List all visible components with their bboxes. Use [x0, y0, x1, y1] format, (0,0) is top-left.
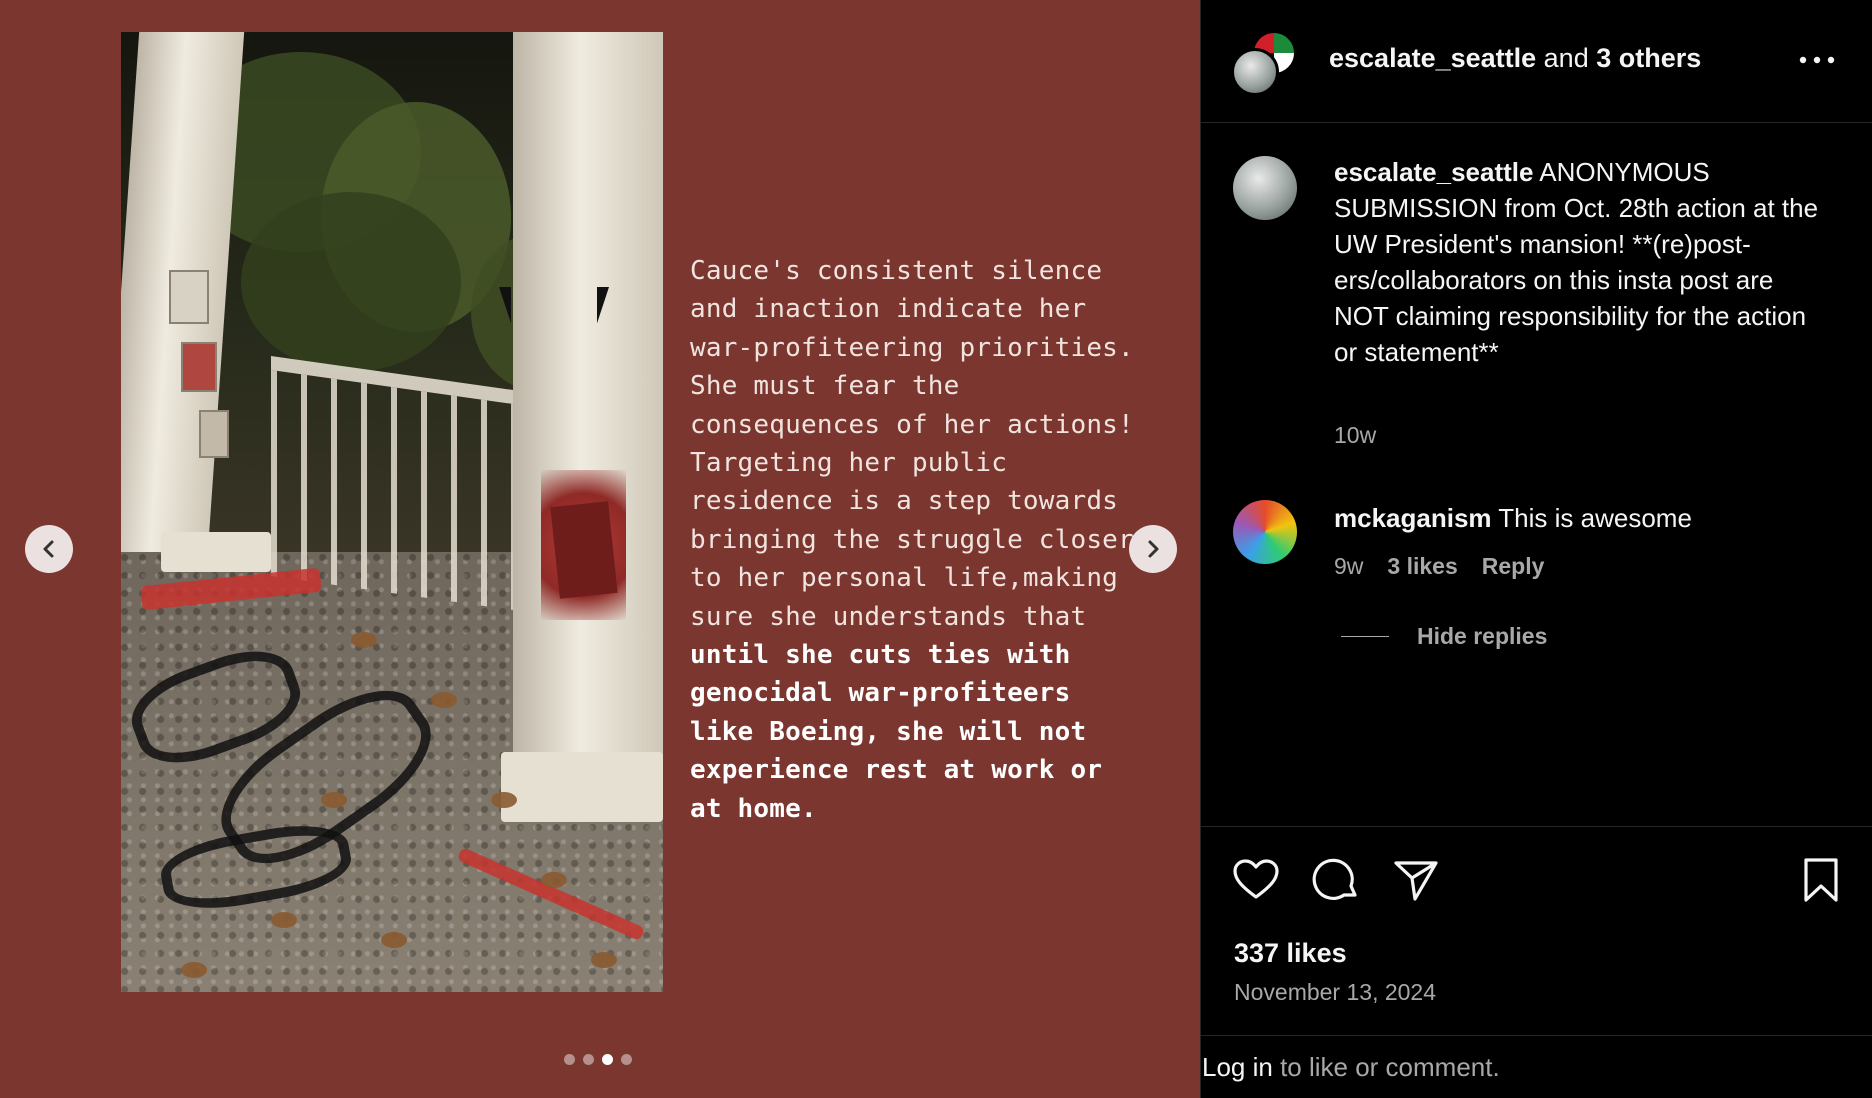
header-connector: and	[1536, 43, 1597, 73]
slide-text-regular: Cauce's consistent silence and inaction …	[690, 256, 1134, 632]
comment-likes[interactable]: 3 likes	[1387, 553, 1457, 580]
reply-button[interactable]: Reply	[1482, 553, 1545, 580]
slide-statement-text: Cauce's consistent silence and inaction …	[690, 252, 1140, 828]
revolution-poster	[541, 470, 626, 620]
comment-meta: 9w 3 likes Reply	[1334, 553, 1544, 580]
replies-divider	[1341, 636, 1389, 637]
author-avatar[interactable]	[1231, 48, 1279, 96]
like-button[interactable]	[1231, 855, 1281, 905]
header-title: escalate_seattle and 3 others	[1329, 43, 1701, 74]
more-options-button[interactable]	[1795, 44, 1839, 76]
login-divider	[1201, 1035, 1872, 1036]
post-caption: escalate_seattle ANONYMOUS SUBMISSION fr…	[1334, 154, 1834, 370]
slide-dot-active	[602, 1054, 613, 1065]
login-link[interactable]: Log in	[1202, 1052, 1273, 1082]
save-button[interactable]	[1796, 855, 1846, 905]
post-media: Cauce's consistent silence and inaction …	[0, 0, 1200, 1098]
paper-plane-icon	[1394, 861, 1438, 901]
likes-count[interactable]: 337 likes	[1234, 938, 1347, 969]
next-slide-button[interactable]	[1129, 525, 1177, 573]
commenter-avatar[interactable]	[1233, 500, 1297, 564]
comment-username[interactable]: mckaganism	[1334, 503, 1492, 533]
header-others-link[interactable]: 3 others	[1596, 43, 1701, 73]
slide-indicator	[564, 1054, 632, 1065]
comment-button[interactable]	[1311, 855, 1361, 905]
login-prompt-text: to like or comment.	[1272, 1052, 1500, 1082]
slide-text-bold: until she cuts ties with genocidal war-p…	[690, 640, 1119, 824]
more-horizontal-icon	[1799, 56, 1835, 64]
post-date: November 13, 2024	[1234, 979, 1437, 1005]
post-header: escalate_seattle and 3 others	[1201, 0, 1872, 123]
slide-dot	[583, 1054, 594, 1065]
bookmark-icon	[1804, 858, 1838, 902]
hide-replies-button[interactable]: Hide replies	[1341, 623, 1547, 650]
caption-text: ANONYMOUS SUBMISSION from Oct. 28th acti…	[1334, 157, 1819, 367]
speech-bubble-icon	[1312, 858, 1357, 900]
caption-username[interactable]: escalate_seattle	[1334, 157, 1533, 187]
login-prompt: Log in to like or comment.	[1202, 1052, 1500, 1083]
share-button[interactable]	[1391, 855, 1441, 905]
heart-icon	[1233, 859, 1279, 899]
comment: mckaganism This is awesome	[1334, 500, 1834, 536]
previous-slide-button[interactable]	[25, 525, 73, 573]
slide-photo	[121, 32, 663, 992]
caption-author-avatar[interactable]	[1233, 156, 1297, 220]
caption-timestamp[interactable]: 10w	[1334, 422, 1376, 449]
slide-dot	[621, 1054, 632, 1065]
chevron-left-icon	[43, 540, 54, 558]
header-username[interactable]: escalate_seattle	[1329, 43, 1536, 73]
chevron-right-icon	[1148, 540, 1159, 558]
hide-replies-label: Hide replies	[1417, 623, 1548, 649]
post-sidebar: escalate_seattle and 3 others escalate_s…	[1200, 0, 1872, 1098]
actions-divider	[1201, 826, 1872, 827]
comment-text: This is awesome	[1491, 503, 1692, 533]
comment-timestamp[interactable]: 9w	[1334, 553, 1363, 580]
slide-dot	[564, 1054, 575, 1065]
